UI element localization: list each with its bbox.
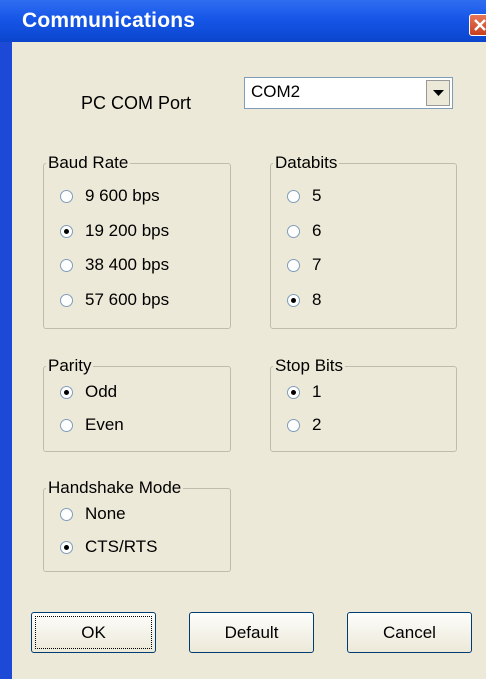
radio-circle bbox=[60, 293, 73, 307]
stop-bits-1-radio[interactable]: 1 bbox=[287, 381, 321, 403]
baud-38400-radio[interactable]: 38 400 bps bbox=[60, 254, 169, 276]
radio-circle bbox=[60, 224, 73, 238]
radio-dot bbox=[64, 389, 69, 395]
radio-label: 38 400 bps bbox=[85, 255, 170, 274]
radio-dot bbox=[291, 389, 296, 395]
com-port-label: PC COM Port bbox=[81, 93, 192, 113]
databits-5-radio[interactable]: 5 bbox=[287, 185, 321, 207]
databits-group: Databits 5 6 7 8 bbox=[270, 153, 457, 329]
stop-bits-2-radio[interactable]: 2 bbox=[287, 414, 321, 436]
ok-button[interactable]: OK bbox=[31, 612, 156, 653]
com-port-select[interactable]: COM2 bbox=[244, 77, 453, 109]
radio-label: 1 bbox=[312, 382, 322, 401]
radio-dot bbox=[291, 297, 296, 303]
databits-title: Databits bbox=[273, 153, 340, 173]
radio-circle bbox=[287, 293, 300, 307]
radio-circle bbox=[60, 540, 73, 554]
radio-circle bbox=[60, 189, 73, 203]
dialog-body: PC COM Port COM2 Baud Rate 9 600 bps 19 … bbox=[12, 42, 486, 679]
close-button[interactable] bbox=[469, 14, 486, 36]
stop-bits-group: Stop Bits 1 2 bbox=[270, 356, 457, 452]
handshake-none-radio[interactable]: None bbox=[60, 503, 126, 525]
stop-bits-title: Stop Bits bbox=[273, 356, 346, 376]
baud-9600-radio[interactable]: 9 600 bps bbox=[60, 185, 160, 207]
parity-even-radio[interactable]: Even bbox=[60, 414, 124, 436]
radio-label: CTS/RTS bbox=[85, 537, 158, 556]
radio-label: 5 bbox=[312, 186, 322, 205]
communications-dialog: Communications PC COM Port COM2 Baud Rat… bbox=[0, 0, 486, 679]
radio-circle bbox=[287, 418, 300, 432]
radio-label: 19 200 bps bbox=[85, 221, 170, 240]
parity-group: Parity Odd Even bbox=[43, 356, 231, 452]
com-port-value: COM2 bbox=[251, 82, 301, 101]
radio-label: Even bbox=[85, 415, 124, 434]
radio-circle bbox=[60, 418, 73, 432]
radio-circle bbox=[60, 258, 73, 272]
radio-label: 6 bbox=[312, 221, 322, 240]
baud-rate-title: Baud Rate bbox=[46, 153, 131, 173]
baud-19200-radio[interactable]: 19 200 bps bbox=[60, 220, 169, 242]
radio-label: None bbox=[85, 504, 126, 523]
databits-7-radio[interactable]: 7 bbox=[287, 254, 321, 276]
radio-label: Odd bbox=[85, 382, 118, 401]
parity-title: Parity bbox=[46, 356, 94, 376]
handshake-cts-rts-radio[interactable]: CTS/RTS bbox=[60, 536, 157, 558]
radio-label: 57 600 bps bbox=[85, 290, 170, 309]
databits-6-radio[interactable]: 6 bbox=[287, 220, 321, 242]
radio-label: 7 bbox=[312, 255, 322, 274]
close-icon bbox=[474, 19, 486, 31]
radio-circle bbox=[60, 385, 73, 399]
radio-circle bbox=[287, 385, 300, 399]
title-bar[interactable]: Communications bbox=[0, 0, 486, 42]
radio-circle bbox=[287, 224, 300, 238]
parity-odd-radio[interactable]: Odd bbox=[60, 381, 117, 403]
radio-label: 9 600 bps bbox=[85, 186, 160, 205]
radio-dot bbox=[64, 228, 69, 234]
handshake-group: Handshake Mode None CTS/RTS bbox=[43, 478, 231, 572]
baud-57600-radio[interactable]: 57 600 bps bbox=[60, 289, 169, 311]
databits-8-radio[interactable]: 8 bbox=[287, 289, 321, 311]
dropdown-button[interactable] bbox=[426, 80, 450, 106]
default-button[interactable]: Default bbox=[189, 612, 314, 653]
radio-circle bbox=[287, 189, 300, 203]
radio-label: 2 bbox=[312, 415, 322, 434]
radio-circle bbox=[60, 507, 73, 521]
handshake-title: Handshake Mode bbox=[46, 478, 184, 498]
radio-dot bbox=[64, 544, 69, 550]
radio-label: 8 bbox=[312, 290, 322, 309]
chevron-down-icon bbox=[433, 90, 444, 96]
cancel-button[interactable]: Cancel bbox=[347, 612, 472, 653]
baud-rate-group: Baud Rate 9 600 bps 19 200 bps 38 400 bp… bbox=[43, 153, 231, 329]
window-title: Communications bbox=[22, 9, 196, 32]
radio-circle bbox=[287, 258, 300, 272]
